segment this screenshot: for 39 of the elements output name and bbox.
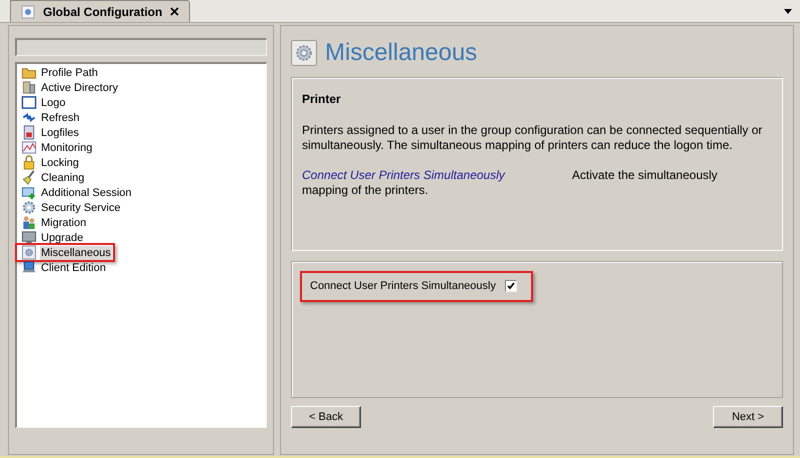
- section-description: Printers assigned to a user in the group configuration can be connected sequentially or simultaneously. The simultaneous mapping of printers can reduce the logon time.: [302, 123, 764, 153]
- sidebar-item[interactable]: Refresh: [40, 110, 81, 124]
- sidebar-item[interactable]: Locking: [40, 156, 80, 170]
- tab[interactable]: Global Configuration: [10, 0, 190, 22]
- monitor-icon: [21, 230, 37, 245]
- sidebar-item[interactable]: Security Service: [40, 200, 122, 214]
- option-description: mapping of the printers.: [302, 183, 428, 198]
- section-heading: Printer: [302, 91, 342, 108]
- checkbox-label: Connect User Printers Simultaneously: [310, 279, 496, 294]
- document-icon: [21, 125, 37, 140]
- chart-icon: [21, 140, 37, 155]
- dropdown-arrow-icon[interactable]: [784, 9, 792, 14]
- server-icon: [21, 80, 37, 95]
- next-button[interactable]: Next >: [713, 406, 783, 428]
- name-field[interactable]: [15, 38, 267, 56]
- window-icon: [21, 95, 37, 110]
- option-description: Activate the simultaneously: [572, 168, 718, 183]
- arrows-icon: [21, 110, 37, 125]
- checkbox[interactable]: [504, 280, 517, 292]
- sidebar-item[interactable]: Migration: [40, 216, 88, 230]
- close-icon[interactable]: [170, 7, 180, 16]
- option-name: Connect User Printers Simultaneously: [302, 168, 506, 183]
- sidebar-item[interactable]: Miscellaneous: [40, 246, 112, 260]
- laptop-icon: [21, 260, 37, 275]
- people-icon: [21, 215, 37, 230]
- sidebar-item[interactable]: Additional Session: [40, 186, 133, 200]
- back-button[interactable]: < Back: [291, 406, 361, 428]
- sidebar-item[interactable]: Logo: [40, 96, 66, 110]
- plus-icon: [21, 185, 37, 200]
- padlock-icon: [21, 155, 37, 170]
- broom-icon: [21, 170, 37, 185]
- sidebar-item[interactable]: Logfiles: [40, 126, 80, 140]
- sidebar-item[interactable]: Active Directory: [40, 80, 120, 94]
- sidebar-item[interactable]: Cleaning: [40, 170, 86, 184]
- sidebar-item[interactable]: Client Edition: [40, 260, 107, 274]
- sidebar-item[interactable]: Profile Path: [40, 66, 99, 80]
- sidebar-item[interactable]: Upgrade: [40, 230, 84, 244]
- sidebar-item[interactable]: Monitoring: [40, 140, 94, 154]
- page-title: Miscellaneous: [325, 41, 478, 65]
